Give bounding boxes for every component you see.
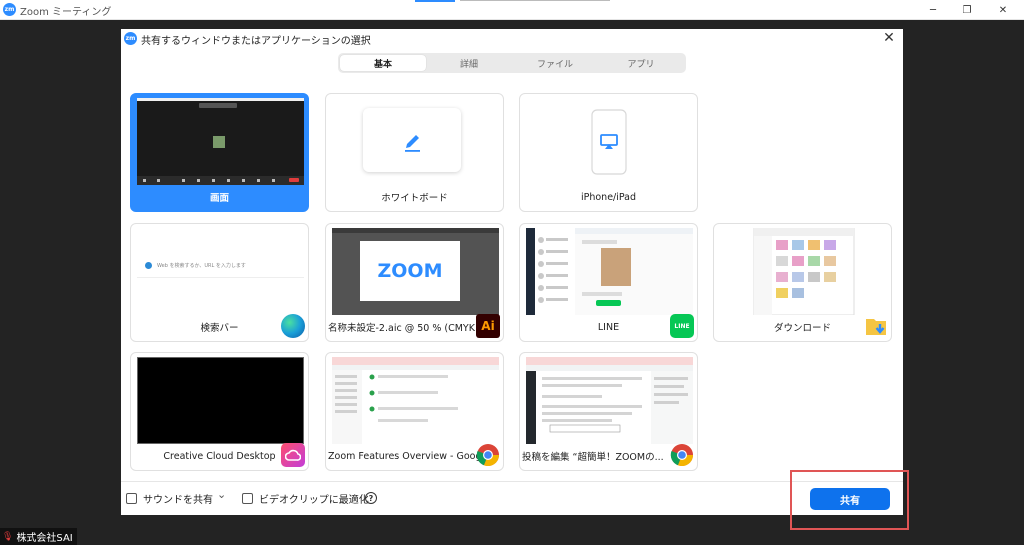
tab-apps[interactable]: アプリ [598, 55, 684, 71]
tile-iphone-ipad[interactable]: iPhone/iPad [519, 93, 698, 212]
tile-zoom-features-chrome[interactable]: Zoom Features Overview - Googl... [325, 352, 504, 471]
tile-line[interactable]: LINE LINE [519, 223, 698, 342]
share-tabs: 基本 詳細 ファイル アプリ [338, 53, 686, 73]
illustrator-app-icon: Ai [476, 314, 500, 338]
muted-mic-icon: 🎙 [2, 531, 14, 542]
tab-basic[interactable]: 基本 [340, 55, 426, 71]
participant-name: 株式会社SAI [16, 533, 73, 544]
iphone-icon [591, 109, 627, 175]
optimize-video-label[interactable]: ビデオクリップに最適化 [259, 491, 369, 506]
help-icon[interactable]: ? [365, 492, 377, 504]
tile-label: ホワイトボード [381, 193, 448, 204]
participant-name-tag: 🎙 株式会社SAI [0, 528, 77, 545]
zoom-logo-icon: zm [124, 32, 137, 45]
dialog-title: 共有するウィンドウまたはアプリケーションの選択 [141, 36, 371, 47]
tab-files[interactable]: ファイル [512, 55, 598, 71]
window-title-bar: zm Zoom ミーティング ─ ❐ ✕ [0, 0, 1024, 20]
tile-creative-cloud[interactable]: Creative Cloud Desktop [130, 352, 309, 471]
search-placeholder-text: Web を検索するか、URL を入力します [157, 263, 246, 269]
top-divider [460, 0, 610, 1]
illustrator-thumbnail: ZOOM [332, 228, 499, 315]
highlight-box [790, 470, 909, 530]
creative-cloud-app-icon [281, 443, 305, 467]
window-title: Zoom ミーティング [20, 7, 112, 18]
chrome-app-icon [670, 444, 694, 467]
pencil-icon [405, 135, 420, 152]
line-thumbnail [526, 228, 693, 315]
tab-advanced[interactable]: 詳細 [426, 55, 512, 71]
edge-icon [145, 262, 152, 269]
folder-download-icon [866, 319, 886, 335]
downloads-thumbnail [753, 228, 855, 315]
chrome-thumbnail-2 [526, 357, 693, 444]
tile-whiteboard[interactable]: ホワイトボード [325, 93, 504, 212]
creative-cloud-thumbnail [137, 357, 304, 444]
close-window-icon[interactable]: ✕ [988, 2, 1018, 18]
chrome-app-icon [476, 444, 500, 467]
minimize-icon[interactable]: ─ [918, 2, 948, 18]
share-dialog: zm 共有するウィンドウまたはアプリケーションの選択 ✕ 基本 詳細 ファイル … [121, 29, 903, 515]
top-accent-bar [415, 0, 455, 2]
line-app-icon: LINE [670, 314, 694, 338]
tile-downloads[interactable]: ダウンロード [713, 223, 892, 342]
tile-screen[interactable]: 画面 [130, 93, 309, 212]
share-sound-checkbox[interactable] [126, 493, 137, 504]
zoom-logo-icon: zm [3, 3, 16, 16]
tile-label: 画面 [209, 193, 229, 204]
footer-divider [121, 481, 903, 482]
search-bar-thumbnail: Web を検索するか、URL を入力します [137, 254, 304, 278]
sound-options-chevron-icon[interactable]: ⌄ [217, 488, 226, 501]
illustrator-menubar [332, 228, 499, 233]
restore-icon[interactable]: ❐ [952, 2, 982, 18]
tile-label: iPhone/iPad [580, 191, 637, 203]
share-sound-label[interactable]: サウンドを共有 [143, 491, 213, 506]
close-dialog-icon[interactable]: ✕ [881, 30, 897, 46]
chrome-thumbnail-1 [332, 357, 499, 444]
optimize-video-checkbox[interactable] [242, 493, 253, 504]
tile-post-edit-chrome[interactable]: 投稿を編集 “超簡単！ZOOMの... [519, 352, 698, 471]
tile-search-bar[interactable]: Web を検索するか、URL を入力します 検索バー [130, 223, 309, 342]
zoom-artwork: ZOOM [360, 241, 460, 301]
screen-thumbnail [137, 98, 304, 185]
edge-app-icon [281, 314, 305, 338]
tile-illustrator[interactable]: ZOOM 名称未設定-2.aic @ 50 % (CMYK... Ai [325, 223, 504, 342]
whiteboard-card [363, 108, 461, 172]
